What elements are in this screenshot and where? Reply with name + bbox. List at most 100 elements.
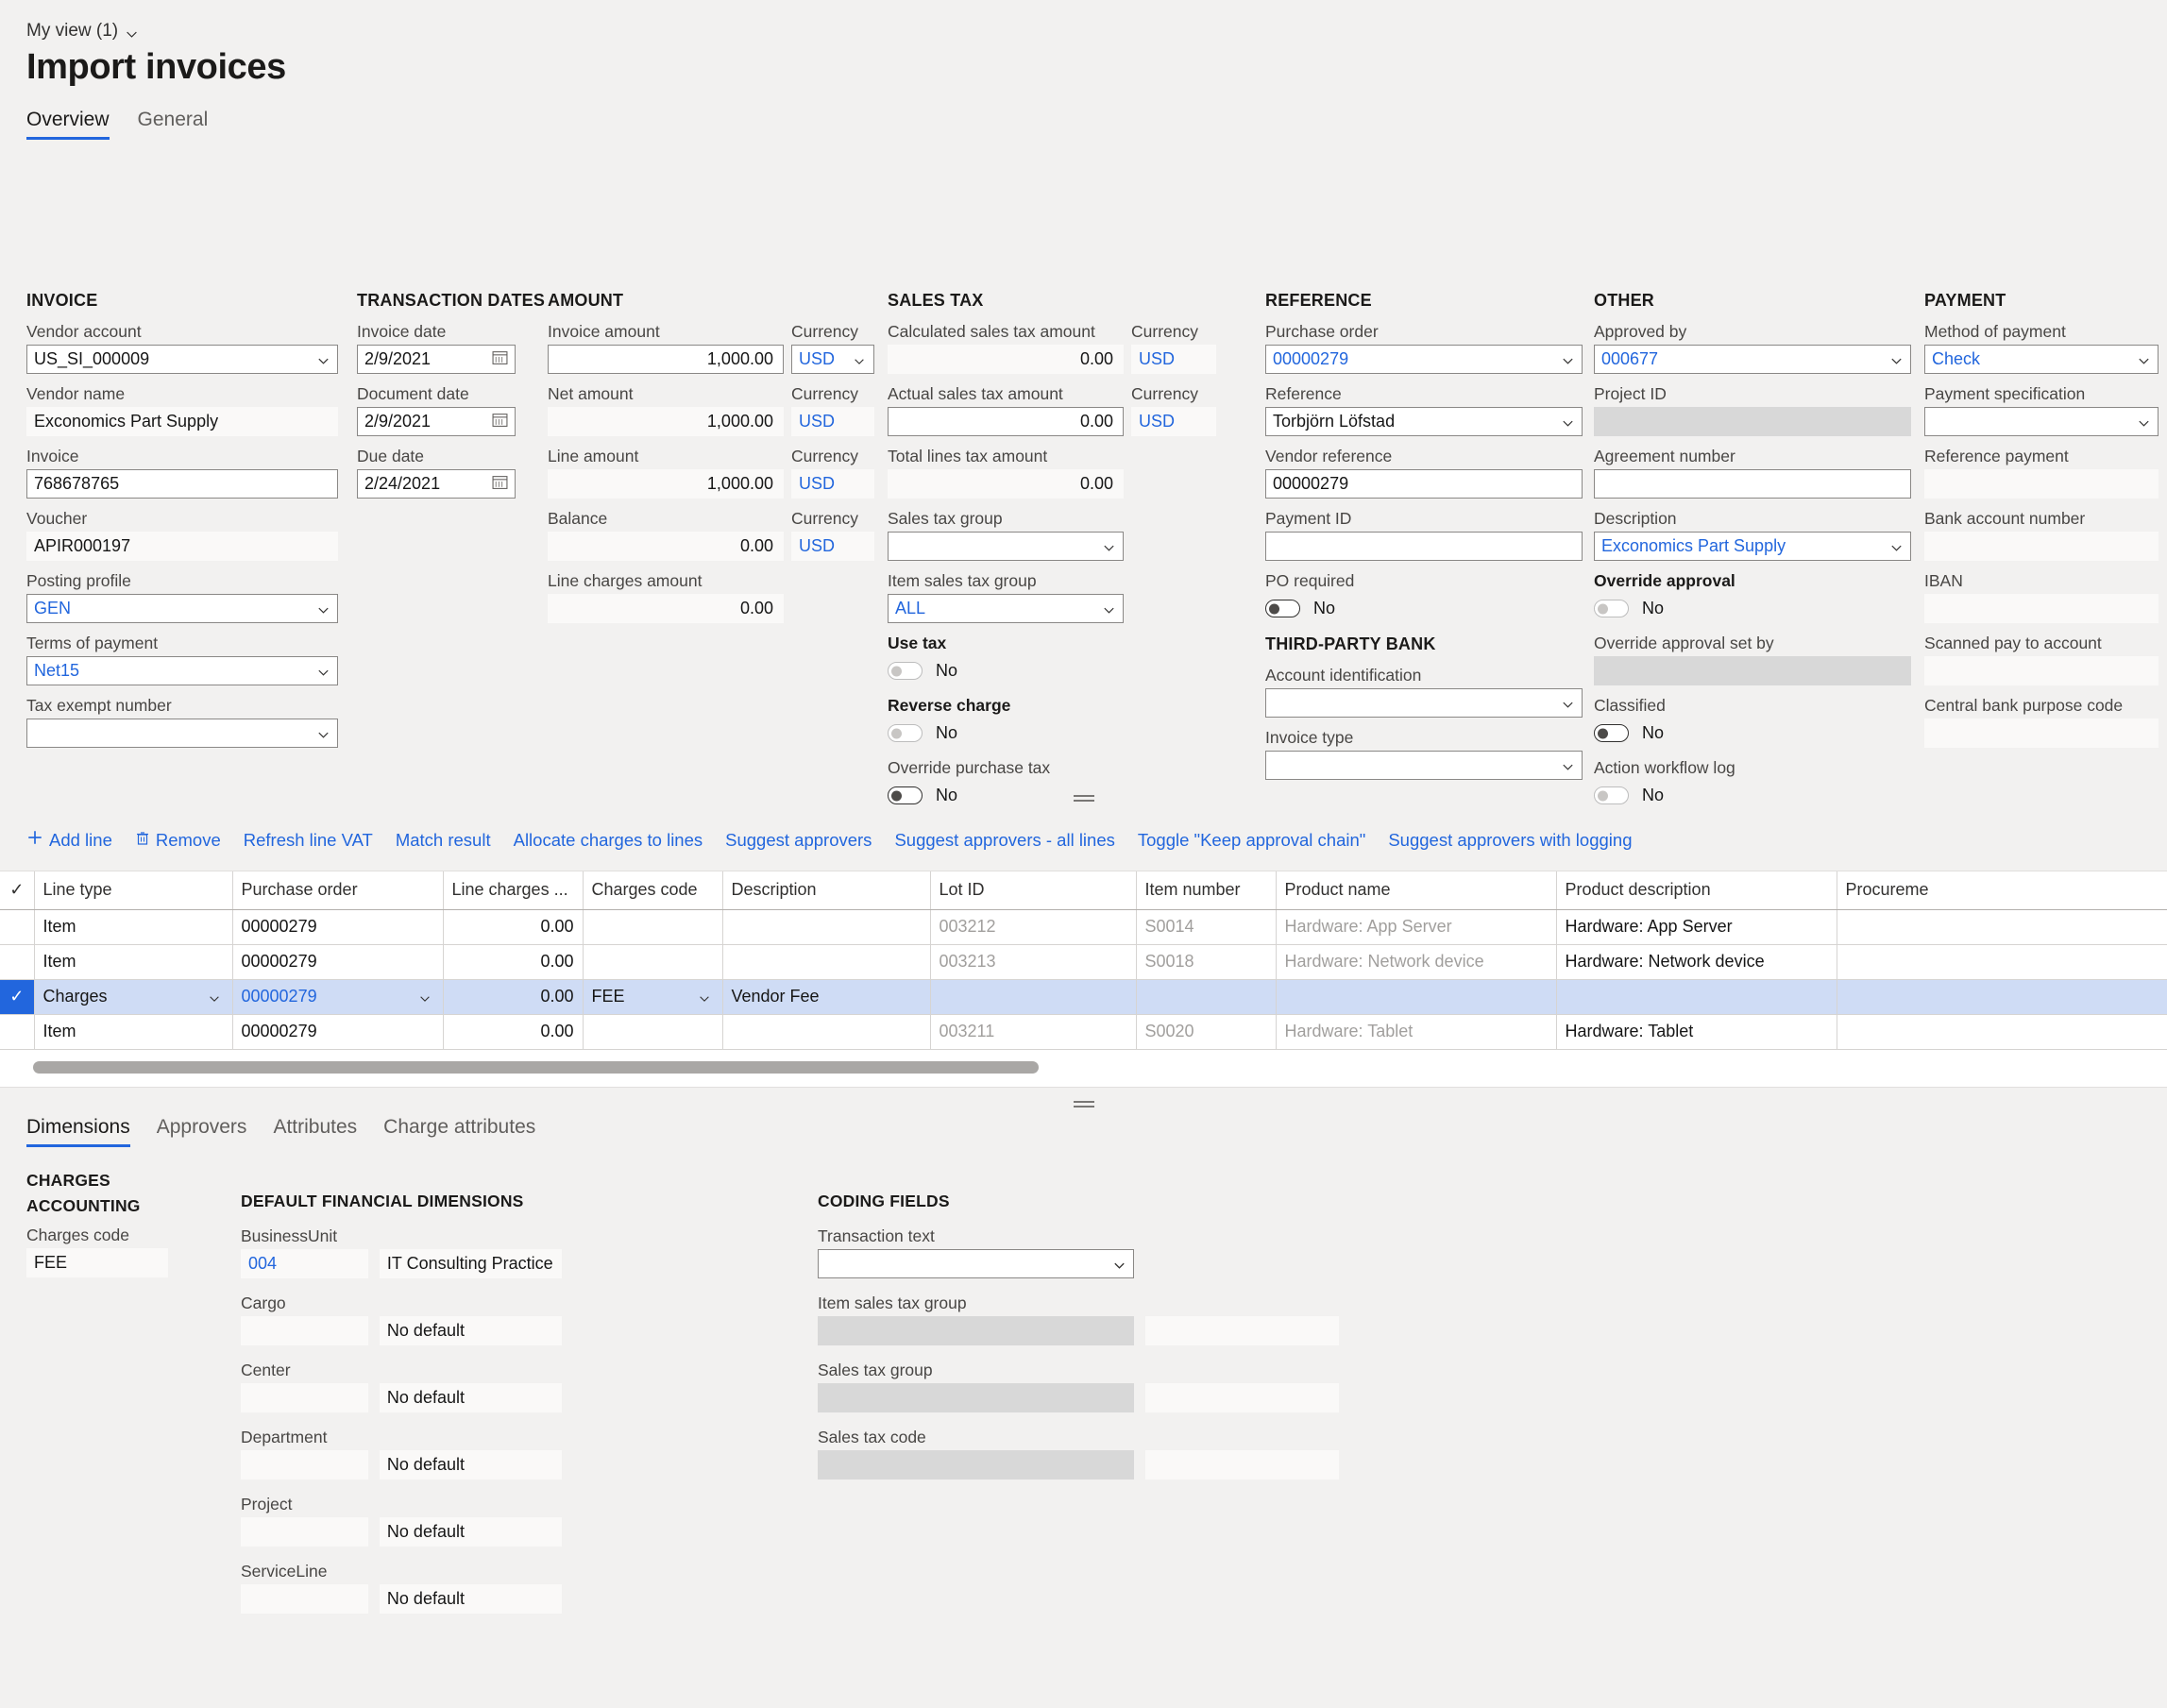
cell-line-type[interactable]: Charges	[34, 979, 233, 1015]
invoice-number-input[interactable]: 768678765	[26, 469, 338, 499]
dimension-serviceline-code[interactable]	[241, 1584, 368, 1614]
calendar-icon[interactable]	[492, 349, 508, 370]
grid-scrollbar-thumb[interactable]	[33, 1060, 1039, 1074]
dimension-center-code[interactable]	[241, 1383, 368, 1412]
suggest-approvers-all-lines-button[interactable]: Suggest approvers - all lines	[894, 830, 1114, 851]
row-select-cell[interactable]	[0, 909, 35, 945]
cell-product-description[interactable]: Hardware: App Server	[1556, 909, 1837, 945]
po-required-toggle[interactable]	[1265, 600, 1300, 617]
table-row[interactable]: ✓ Charges 00000279 0.00 FEE Vendor Fee	[0, 979, 2167, 1015]
invoice-type-input[interactable]	[1265, 751, 1583, 780]
cell-item-number[interactable]: S0018	[1136, 944, 1277, 980]
purchase-order-combo[interactable]: 00000279	[242, 987, 434, 1006]
cell-procurement[interactable]	[1837, 909, 2167, 945]
agreement-number-input[interactable]	[1594, 469, 1911, 499]
add-line-button[interactable]: Add line	[26, 829, 112, 851]
col-item-number[interactable]: Item number	[1136, 871, 1277, 910]
col-charges-code[interactable]: Charges code	[583, 871, 723, 910]
tab-charge-attributes[interactable]: Charge attributes	[383, 1116, 535, 1147]
cell-line-type[interactable]: Item	[34, 944, 233, 980]
voucher-input[interactable]: APIR000197	[26, 532, 338, 561]
account-identification-input[interactable]	[1265, 688, 1583, 718]
cell-procurement[interactable]	[1837, 1014, 2167, 1050]
charges-code-combo[interactable]: FEE	[592, 987, 714, 1006]
cell-line-type[interactable]: Item	[34, 909, 233, 945]
select-all-header[interactable]: ✓	[0, 871, 35, 910]
cell-description[interactable]	[722, 909, 931, 945]
cell-lot-id[interactable]: 003212	[930, 909, 1137, 945]
cell-line-charges[interactable]: 0.00	[443, 1014, 584, 1050]
sales-tax-group-input[interactable]	[888, 532, 1124, 561]
row-select-cell[interactable]	[0, 1014, 35, 1050]
cell-purchase-order[interactable]: 00000279	[232, 909, 444, 945]
cell-description[interactable]	[722, 944, 931, 980]
col-product-description[interactable]: Product description	[1556, 871, 1837, 910]
cell-item-number[interactable]: S0020	[1136, 1014, 1277, 1050]
classified-toggle[interactable]	[1594, 724, 1629, 742]
approved-by-input[interactable]: 000677	[1594, 345, 1911, 374]
table-row[interactable]: Item 00000279 0.00 003212 S0014 Hardware…	[0, 909, 2167, 945]
tab-attributes[interactable]: Attributes	[273, 1116, 357, 1147]
document-date-input[interactable]: 2/9/2021	[357, 407, 516, 436]
reference-input[interactable]: Torbjörn Löfstad	[1265, 407, 1583, 436]
allocate-charges-to-lines-button[interactable]: Allocate charges to lines	[514, 830, 703, 851]
invoice-amount-currency-input[interactable]: USD	[791, 345, 874, 374]
detail-charges-code-input[interactable]: FEE	[26, 1248, 168, 1277]
actual-tax-input[interactable]: 0.00	[888, 407, 1124, 436]
grid-horizontal-scrollbar[interactable]	[0, 1049, 2167, 1088]
col-purchase-order[interactable]: Purchase order	[232, 871, 444, 910]
cell-product-name[interactable]: Hardware: Tablet	[1276, 1014, 1557, 1050]
cell-item-number[interactable]	[1136, 979, 1277, 1015]
suggest-approvers-with-logging-button[interactable]: Suggest approvers with logging	[1388, 830, 1632, 851]
invoice-amount-input[interactable]: 1,000.00	[548, 345, 784, 374]
row-select-cell[interactable]: ✓	[0, 979, 35, 1015]
dimension-businessunit-code[interactable]: 004	[241, 1249, 368, 1278]
cell-line-charges[interactable]: 0.00	[443, 909, 584, 945]
col-line-charges[interactable]: Line charges ...	[443, 871, 584, 910]
tab-general[interactable]: General	[138, 109, 209, 140]
col-lot-id[interactable]: Lot ID	[930, 871, 1137, 910]
row-select-cell[interactable]	[0, 944, 35, 980]
cell-charges-code[interactable]	[583, 944, 723, 980]
cell-line-type[interactable]: Item	[34, 1014, 233, 1050]
col-line-type[interactable]: Line type	[34, 871, 233, 910]
cell-lot-id[interactable]: 003211	[930, 1014, 1137, 1050]
vendor-reference-input[interactable]: 00000279	[1265, 469, 1583, 499]
tab-approvers[interactable]: Approvers	[157, 1116, 247, 1147]
cell-charges-code[interactable]	[583, 1014, 723, 1050]
use-tax-toggle[interactable]	[888, 662, 923, 680]
cell-product-description[interactable]: Hardware: Tablet	[1556, 1014, 1837, 1050]
item-sales-tax-group-input[interactable]: ALL	[888, 594, 1124, 623]
cell-procurement[interactable]	[1837, 979, 2167, 1015]
cell-line-charges[interactable]: 0.00	[443, 979, 584, 1015]
purchase-order-input[interactable]: 00000279	[1265, 345, 1583, 374]
cell-description[interactable]: Vendor Fee	[722, 979, 931, 1015]
coding-transaction-text-input[interactable]	[818, 1249, 1134, 1278]
view-selector[interactable]: My view (1)	[26, 21, 138, 42]
dimension-project-code[interactable]	[241, 1517, 368, 1547]
header-lines-splitter[interactable]	[0, 791, 2167, 806]
cell-product-description[interactable]: Hardware: Network device	[1556, 944, 1837, 980]
cell-charges-code[interactable]	[583, 909, 723, 945]
terms-of-payment-input[interactable]: Net15	[26, 656, 338, 685]
invoice-date-input[interactable]: 2/9/2021	[357, 345, 516, 374]
table-row[interactable]: Item 00000279 0.00 003213 S0018 Hardware…	[0, 944, 2167, 980]
cell-line-charges[interactable]: 0.00	[443, 944, 584, 980]
remove-button[interactable]: Remove	[135, 830, 221, 851]
tab-dimensions[interactable]: Dimensions	[26, 1116, 130, 1147]
table-row[interactable]: Item 00000279 0.00 003211 S0020 Hardware…	[0, 1014, 2167, 1050]
reverse-charge-toggle[interactable]	[888, 724, 923, 742]
col-description[interactable]: Description	[722, 871, 931, 910]
cell-purchase-order[interactable]: 00000279	[232, 944, 444, 980]
refresh-line-vat-button[interactable]: Refresh line VAT	[244, 830, 373, 851]
dimension-cargo-code[interactable]	[241, 1316, 368, 1345]
cell-purchase-order[interactable]: 00000279	[232, 1014, 444, 1050]
col-product-name[interactable]: Product name	[1276, 871, 1557, 910]
cell-product-name[interactable]	[1276, 979, 1557, 1015]
cell-procurement[interactable]	[1837, 944, 2167, 980]
description-input[interactable]: Exconomics Part Supply	[1594, 532, 1911, 561]
vendor-account-input[interactable]: US_SI_000009	[26, 345, 338, 374]
vendor-name-input[interactable]: Exconomics Part Supply	[26, 407, 338, 436]
toggle-keep-approval-chain-button[interactable]: Toggle "Keep approval chain"	[1138, 830, 1365, 851]
calendar-icon[interactable]	[492, 412, 508, 432]
